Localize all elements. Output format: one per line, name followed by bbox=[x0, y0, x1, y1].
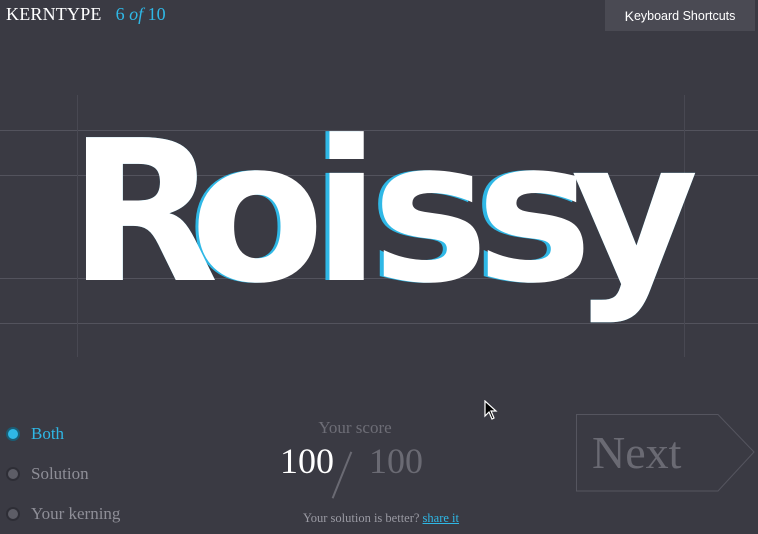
view-option-label: Solution bbox=[31, 464, 89, 483]
specimen-word: Roissy Roissy bbox=[68, 99, 699, 327]
kerning-letter[interactable]: i bbox=[313, 99, 380, 327]
radio-solution-icon bbox=[6, 467, 20, 481]
view-option-solution[interactable]: Solution bbox=[6, 454, 120, 494]
radio-both-icon bbox=[6, 427, 20, 441]
footer: Your solution is better? share it bbox=[2, 511, 758, 526]
score-value: 100 bbox=[280, 441, 334, 481]
next-label: Next bbox=[592, 427, 682, 478]
user-layer: Roissy bbox=[68, 99, 699, 327]
kerning-letter[interactable]: o bbox=[190, 99, 325, 327]
kerning-letter[interactable]: y bbox=[571, 99, 699, 327]
share-link[interactable]: share it bbox=[423, 511, 459, 525]
view-option-label: Both bbox=[31, 424, 65, 443]
score-divider bbox=[331, 451, 352, 499]
kerning-letter[interactable]: s bbox=[372, 99, 489, 327]
next-button[interactable]: Next bbox=[576, 414, 758, 494]
footer-text: Your solution is better? bbox=[302, 511, 420, 525]
mouse-cursor-icon bbox=[484, 400, 498, 420]
score-caption: Your score bbox=[318, 418, 392, 437]
score-max: 100 bbox=[369, 441, 423, 481]
view-option-both[interactable]: Both bbox=[6, 414, 120, 454]
